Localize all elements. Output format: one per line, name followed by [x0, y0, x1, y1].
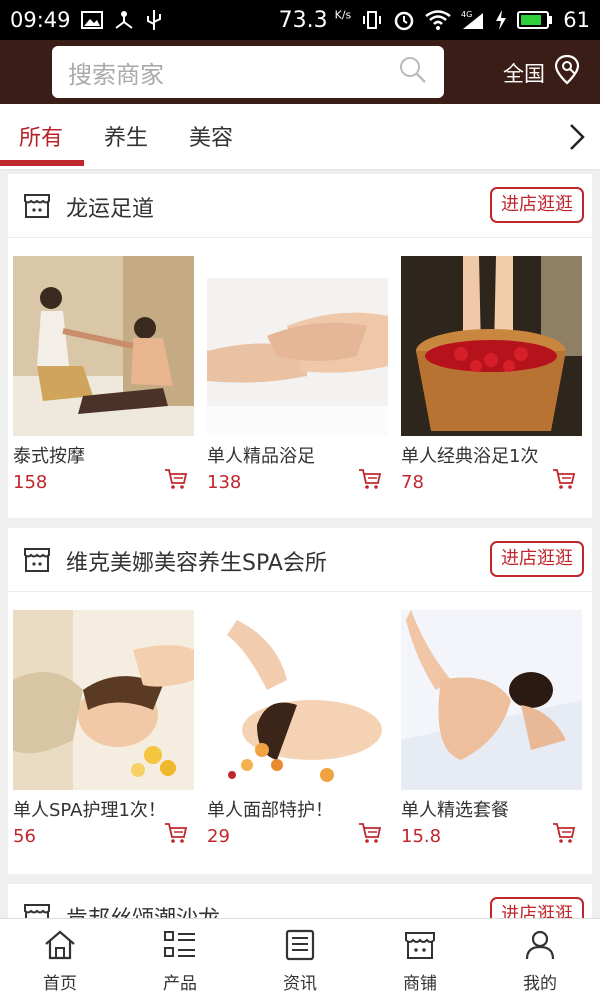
- product-title: 单人面部特护！: [207, 800, 333, 821]
- bottom-nav: 首页 产品 资讯 商铺 我的: [0, 918, 600, 1000]
- list-icon: [120, 927, 240, 963]
- user-icon: [480, 927, 600, 963]
- cart-icon[interactable]: [164, 468, 188, 494]
- battery-level: 61: [563, 8, 590, 32]
- nav-news[interactable]: 资讯: [240, 927, 360, 994]
- product-image-spa-treatment[interactable]: [13, 610, 194, 790]
- store-name[interactable]: 维克美娜美容养生SPA会所: [66, 545, 327, 577]
- product-title: 单人精品浴足: [207, 446, 315, 467]
- product-title: 单人SPA护理1次！: [13, 800, 166, 821]
- alarm-icon: [393, 9, 415, 31]
- product-item[interactable]: 泰式按摩 158: [13, 256, 194, 493]
- charging-icon: [495, 9, 507, 31]
- product-list: 单人SPA护理1次！ 56 单人面部特护！ 29 单人精选套餐 15.8: [8, 610, 592, 850]
- product-title: 单人经典浴足1次: [401, 446, 539, 467]
- product-list: 泰式按摩 158 单人精品浴足 138 单人经典浴足1次 78: [8, 256, 592, 496]
- product-image-rose-foot-bath[interactable]: [401, 256, 582, 436]
- store-name[interactable]: 龙运足道: [66, 191, 154, 223]
- store-icon: [22, 190, 52, 224]
- store-icon: [22, 544, 52, 578]
- nav-label: 商铺: [403, 974, 437, 994]
- cart-icon[interactable]: [358, 468, 382, 494]
- store-header: 龙运足道 进店逛逛: [8, 174, 592, 238]
- tab-all[interactable]: 所有: [19, 120, 63, 152]
- region-label: 全国: [503, 61, 545, 86]
- home-icon: [0, 927, 120, 963]
- battery-icon: [517, 10, 553, 30]
- nav-label: 我的: [523, 974, 557, 994]
- tab-beauty[interactable]: 美容: [189, 120, 233, 152]
- nav-label: 首页: [43, 974, 77, 994]
- nav-me[interactable]: 我的: [480, 927, 600, 994]
- product-image-back-massage[interactable]: [401, 610, 582, 790]
- enter-store-button[interactable]: 进店逛逛: [490, 187, 584, 223]
- nav-shops[interactable]: 商铺: [360, 927, 480, 994]
- usb-share-icon: [113, 10, 135, 30]
- news-icon: [240, 927, 360, 963]
- shop-icon: [360, 927, 480, 963]
- usb-icon: [145, 8, 163, 32]
- store-card: 维克美娜美容养生SPA会所 进店逛逛 单人SPA护理1次！ 56 单人面部特护！…: [8, 528, 592, 874]
- nav-label: 产品: [163, 974, 197, 994]
- product-title: 泰式按摩: [13, 446, 85, 467]
- network-speed: 73.3 K/s: [278, 7, 352, 33]
- signal-4g-icon: 4G: [461, 9, 485, 31]
- product-image-foot-bath[interactable]: [207, 256, 388, 436]
- product-item[interactable]: 单人面部特护！ 29: [207, 610, 388, 847]
- cart-icon[interactable]: [164, 822, 188, 848]
- nav-home[interactable]: 首页: [0, 927, 120, 994]
- active-tab-indicator: [0, 160, 84, 166]
- wifi-icon: [425, 10, 452, 30]
- app-header: 搜索商家 全国: [0, 40, 600, 104]
- nav-label: 资讯: [283, 974, 317, 994]
- vibrate-icon: [361, 10, 383, 30]
- image-icon: [80, 11, 103, 29]
- category-tabs: 所有 养生 美容: [0, 104, 600, 170]
- product-item[interactable]: 单人SPA护理1次！ 56: [13, 610, 194, 847]
- cart-icon[interactable]: [552, 822, 576, 848]
- nav-products[interactable]: 产品: [120, 927, 240, 994]
- status-bar: 09:49 73.3 K/s 4G 61: [0, 0, 600, 40]
- cart-icon[interactable]: [358, 822, 382, 848]
- product-item[interactable]: 单人经典浴足1次 78: [401, 256, 582, 493]
- enter-store-button[interactable]: 进店逛逛: [490, 541, 584, 577]
- store-card: 龙运足道 进店逛逛 泰式按摩 158 单人精品浴足 138 单人经典浴足1次 7…: [8, 174, 592, 518]
- product-image-facial-care[interactable]: [207, 610, 388, 790]
- product-item[interactable]: 单人精品浴足 138: [207, 256, 388, 493]
- location-pin-icon: [553, 54, 581, 91]
- status-time: 09:49: [10, 8, 71, 32]
- search-input[interactable]: 搜索商家: [68, 55, 398, 90]
- search-box[interactable]: 搜索商家: [52, 46, 444, 98]
- product-image-thai-massage[interactable]: [13, 256, 194, 436]
- search-icon[interactable]: [398, 55, 428, 89]
- region-selector[interactable]: 全国: [503, 54, 581, 91]
- cart-icon[interactable]: [552, 468, 576, 494]
- tab-health[interactable]: 养生: [104, 120, 148, 152]
- product-title: 单人精选套餐: [401, 800, 509, 821]
- store-header: 维克美娜美容养生SPA会所 进店逛逛: [8, 528, 592, 592]
- chevron-right-icon[interactable]: [566, 122, 588, 156]
- svg-text:4G: 4G: [461, 10, 472, 19]
- product-item[interactable]: 单人精选套餐 15.8: [401, 610, 582, 847]
